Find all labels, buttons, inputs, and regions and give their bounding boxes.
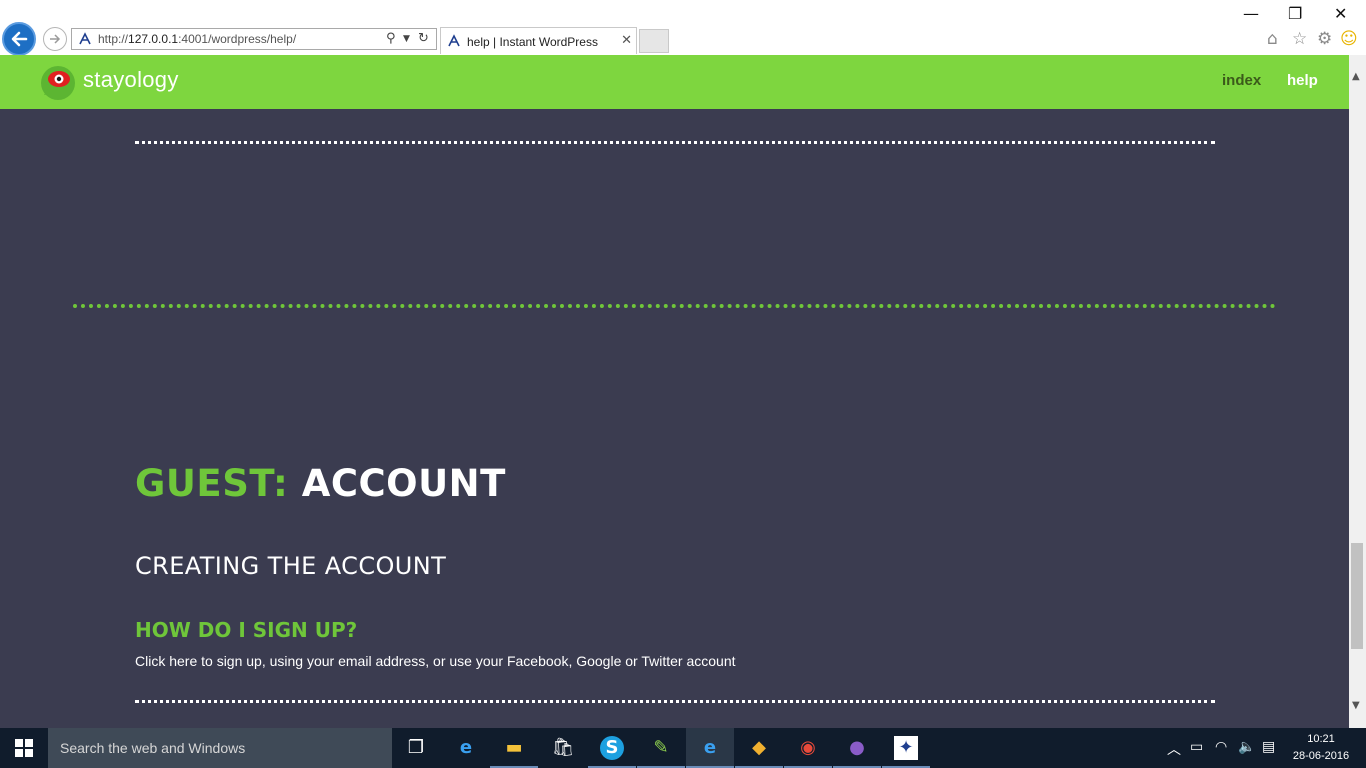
chrome-app[interactable]: ◉ [784,728,832,768]
tab-close-icon[interactable]: ✕ [621,33,632,48]
browser-chrome: http://127.0.0.1:4001/wordpress/help/ ⚲ … [0,0,1366,56]
section-title-accent: GUEST: [135,462,289,505]
favorites-star-icon[interactable]: ☆ [1292,29,1307,49]
settings-gear-icon[interactable]: ⚙ [1317,29,1332,49]
tab-title: help | Instant WordPress [467,35,598,49]
task-view-icon: ❐ [407,737,425,758]
start-button[interactable] [0,728,48,768]
volume-icon[interactable]: 🔈 [1238,739,1255,755]
battery-icon[interactable]: ▭ [1190,739,1203,755]
store-icon: 🛍 [551,737,575,758]
feedback-smiley-icon[interactable]: ☺ [1340,29,1358,49]
minimize-button[interactable]: — [1243,4,1259,23]
taskbar-search-placeholder: Search the web and Windows [60,740,246,756]
github-app[interactable]: ● [833,728,881,768]
faq-question[interactable]: HOW DO I SIGN UP? [135,618,357,642]
skype-app[interactable]: S [588,728,636,768]
scroll-up-icon[interactable]: ▲ [1352,71,1360,82]
chrome-icon: ◉ [800,737,816,758]
faq-answer: Click here to sign up, using your email … [135,653,736,669]
windows-taskbar: Search the web and Windows ❐ e ▬ 🛍 S ✎ e… [0,728,1366,768]
subsection-title: CREATING THE ACCOUNT [135,552,447,580]
new-tab-button[interactable] [639,29,669,53]
tab-favicon-icon [448,34,460,47]
dropdown-icon[interactable]: ▼ [403,34,410,44]
back-arrow-icon [11,31,28,47]
instant-wordpress-app[interactable]: ✦ [882,728,930,768]
clipped-text-remnant [135,97,635,109]
section-title-rest: ACCOUNT [288,462,506,505]
close-window-button[interactable]: ✕ [1334,4,1347,23]
search-icon[interactable]: ⚲ [386,31,396,46]
section-separator-green [73,304,1276,308]
address-url: http://127.0.0.1:4001/wordpress/help/ [98,32,297,46]
github-icon: ● [849,737,865,758]
edge-app[interactable]: e [442,728,490,768]
nav-help-link[interactable]: help [1287,72,1318,89]
site-favicon-icon [79,32,91,45]
back-button[interactable] [2,22,36,56]
file-explorer-icon: ▬ [505,737,523,758]
store-app[interactable]: 🛍 [539,728,587,768]
faq-divider [135,700,1215,703]
task-view-button[interactable]: ❐ [392,728,440,768]
git-icon: ◆ [752,737,766,758]
git-app[interactable]: ◆ [735,728,783,768]
forward-button[interactable] [43,27,67,51]
wifi-icon[interactable]: ◠ [1215,739,1227,755]
taskbar-clock[interactable]: 10:21 28-06-2016 [1290,731,1352,765]
notepad-plus-icon: ✎ [653,737,669,758]
clock-time: 10:21 [1307,733,1335,745]
scrollbar-thumb[interactable] [1351,543,1363,649]
file-explorer-app[interactable]: ▬ [490,728,538,768]
notepad-plus-app[interactable]: ✎ [637,728,685,768]
restore-button[interactable]: ❐ [1288,4,1302,23]
address-bar[interactable]: http://127.0.0.1:4001/wordpress/help/ ⚲ … [71,28,437,50]
internet-explorer-icon: e [703,737,717,758]
taskbar-search-box[interactable]: Search the web and Windows [48,728,392,768]
clock-date: 28-06-2016 [1292,750,1350,762]
nav-index-link[interactable]: index [1222,72,1261,89]
section-title: GUEST: ACCOUNT [135,462,506,505]
home-icon[interactable]: ⌂ [1267,29,1278,49]
browser-tab[interactable]: help | Instant WordPress ✕ [440,27,637,54]
skype-icon: S [600,736,624,760]
show-hidden-icons-icon[interactable]: ︿ [1167,739,1181,759]
page-scrollbar[interactable]: ▲ ▼ [1349,55,1366,728]
site-logo-text[interactable]: stayology [83,67,179,93]
internet-explorer-app[interactable]: e [686,728,734,768]
windows-logo-icon [15,739,33,757]
scroll-down-icon[interactable]: ▼ [1352,700,1360,711]
section-divider [135,141,1215,144]
forward-arrow-icon [50,34,61,44]
instant-wordpress-icon: ✦ [894,736,918,760]
edge-icon: e [459,737,473,758]
refresh-icon[interactable]: ↻ [418,31,429,46]
action-center-icon[interactable]: ▤ [1262,739,1275,755]
stayology-logo-icon[interactable] [40,65,76,101]
